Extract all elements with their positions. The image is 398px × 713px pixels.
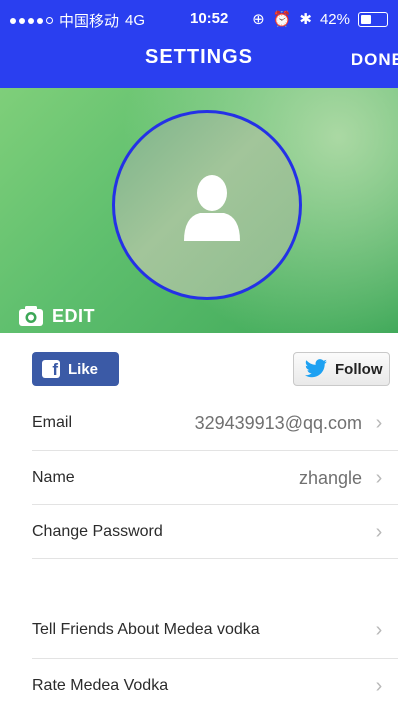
top-bar: 中国移动 4G 10:52 ⊕ ⏰ ✱ 42% SETTINGS DONE — [0, 0, 398, 88]
tell-friends-row[interactable]: Tell Friends About Medea vodka › — [32, 603, 398, 657]
name-row[interactable]: Name zhangle › — [32, 451, 398, 505]
rate-row[interactable]: Rate Medea Vodka › — [32, 659, 398, 713]
alarm-icon: ⏰ — [272, 11, 292, 28]
edit-photo-button[interactable]: EDIT — [18, 305, 95, 327]
email-label: Email — [32, 414, 73, 431]
carrier-name: 中国移动 — [59, 13, 120, 30]
like-label: Like — [68, 360, 99, 378]
chevron-right-icon: › — [375, 674, 383, 697]
chevron-right-icon: › — [375, 618, 383, 641]
done-button[interactable]: DONE — [351, 50, 398, 70]
status-right: ⊕ ⏰ ✱ 42% — [252, 10, 388, 28]
battery-icon — [358, 11, 388, 27]
follow-label: Follow — [335, 360, 383, 378]
name-label: Name — [32, 469, 75, 486]
rotation-lock-icon: ⊕ — [252, 11, 265, 28]
facebook-icon: f — [42, 360, 60, 379]
chevron-right-icon: › — [375, 466, 383, 489]
divider — [32, 558, 398, 559]
network-type: 4G — [125, 12, 146, 29]
change-password-row[interactable]: Change Password › — [32, 505, 398, 559]
signal-strength-icon — [10, 17, 53, 24]
page-title: SETTINGS — [144, 46, 253, 68]
avatar[interactable] — [112, 110, 302, 300]
facebook-like-button[interactable]: f Like — [32, 352, 119, 386]
user-silhouette-icon — [184, 175, 240, 241]
battery-percent: 42% — [319, 10, 350, 28]
twitter-follow-button[interactable]: Follow — [293, 352, 390, 386]
profile-header: EDIT — [0, 88, 398, 333]
tell-friends-label: Tell Friends About Medea vodka — [32, 621, 260, 638]
change-password-label: Change Password — [32, 523, 163, 540]
name-value: zhangle — [298, 467, 362, 488]
status-time: 10:52 — [190, 10, 229, 27]
email-value: 329439913@qq.com — [194, 412, 362, 433]
twitter-bird-icon — [305, 359, 327, 378]
edit-label: EDIT — [52, 305, 96, 326]
email-row[interactable]: Email 329439913@qq.com › — [32, 396, 398, 450]
rate-label: Rate Medea Vodka — [32, 677, 169, 694]
status-left: 中国移动 4G — [10, 10, 145, 31]
bluetooth-icon: ✱ — [299, 11, 312, 28]
status-bar: 中国移动 4G 10:52 ⊕ ⏰ ✱ 42% — [0, 0, 398, 40]
camera-icon — [19, 306, 43, 326]
chevron-right-icon: › — [375, 411, 383, 434]
chevron-right-icon: › — [375, 520, 383, 543]
